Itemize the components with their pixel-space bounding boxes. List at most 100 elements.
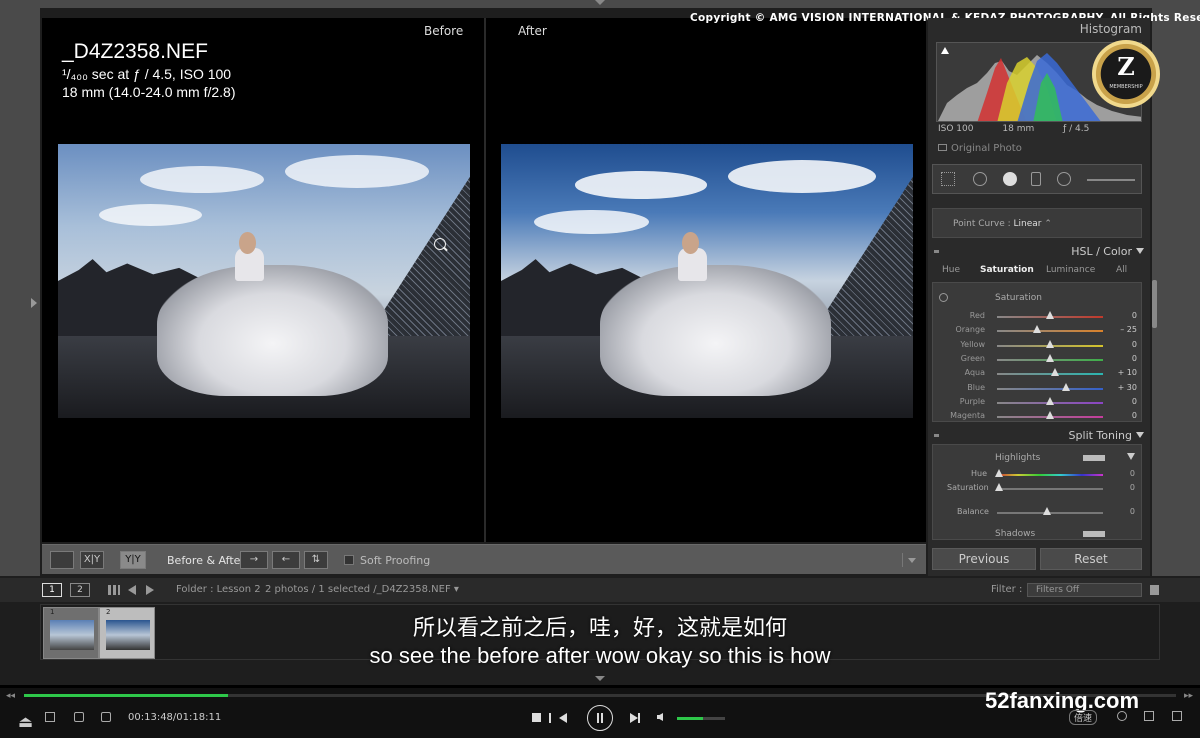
collapse-triangle-icon[interactable] — [1136, 432, 1144, 438]
hsl-slider-knob[interactable] — [1046, 396, 1054, 405]
window-1-button[interactable]: 1 — [42, 583, 62, 597]
highlights-triangle-icon[interactable] — [1127, 453, 1135, 460]
loupe-view-button[interactable] — [50, 551, 74, 569]
point-curve-row: Point Curve : Linear ⌃ — [932, 208, 1142, 238]
highlights-label: Highlights — [995, 453, 1041, 463]
pause-button[interactable] — [587, 705, 613, 731]
hsl-slider-knob[interactable] — [1046, 339, 1054, 348]
hue-slider-knob[interactable] — [995, 469, 1003, 477]
hsl-slider-yellow[interactable]: Yellow 0 — [933, 338, 1143, 352]
swap-button[interactable]: ⇅ — [304, 551, 328, 569]
next-track-icon[interactable] — [630, 713, 640, 723]
hsl-slider-aqua[interactable]: Aqua + 10 — [933, 366, 1143, 380]
balance-slider-knob[interactable] — [1043, 507, 1051, 515]
hue-slider-track[interactable] — [997, 474, 1103, 476]
hsl-slider-knob[interactable] — [1033, 325, 1042, 334]
filter-select[interactable]: Filters Off — [1027, 583, 1142, 597]
arrow-left-icon[interactable] — [128, 585, 136, 595]
hsl-slider-knob[interactable] — [1061, 382, 1070, 391]
red-eye-icon[interactable] — [1003, 172, 1017, 186]
bottom-panel-toggle-icon[interactable] — [595, 676, 605, 681]
graduated-filter-icon[interactable] — [1031, 172, 1041, 186]
highlights-swatch[interactable] — [1083, 455, 1105, 461]
saturation-label: Saturation — [947, 483, 989, 492]
speed-button[interactable]: 倍速 — [1069, 710, 1098, 725]
split-toning-header[interactable]: Split Toning — [928, 424, 1150, 446]
spot-removal-icon[interactable] — [973, 172, 987, 186]
hsl-slider-blue[interactable]: Blue + 30 — [933, 381, 1143, 395]
crop-icon[interactable] — [941, 172, 955, 186]
hsl-slider-track[interactable] — [997, 330, 1103, 333]
settings-icon[interactable] — [1117, 711, 1127, 721]
histogram-title[interactable]: Histogram — [928, 22, 1142, 36]
left-panel-toggle[interactable] — [0, 8, 40, 576]
hsl-slider-label: Red — [969, 311, 985, 320]
tab-luminance[interactable]: Luminance — [1046, 265, 1095, 275]
toolbar-menu-dropdown[interactable] — [902, 553, 918, 567]
filter-lock-icon[interactable] — [1150, 585, 1159, 595]
copy-before-to-after-button[interactable]: → — [240, 551, 268, 569]
tab-saturation[interactable]: Saturation — [980, 265, 1034, 275]
balance-label: Balance — [957, 507, 989, 516]
soft-proofing-checkbox[interactable] — [344, 555, 354, 565]
saturation-slider-knob[interactable] — [995, 483, 1003, 491]
hsl-slider-value: 0 — [1131, 339, 1137, 349]
collapse-triangle-icon[interactable] — [1136, 248, 1144, 254]
hsl-slider-orange[interactable]: Orange – 25 — [933, 323, 1143, 337]
shadows-swatch[interactable] — [1083, 531, 1105, 537]
hsl-slider-knob[interactable] — [1046, 411, 1054, 420]
info-icon[interactable] — [45, 712, 55, 722]
stop-icon[interactable] — [532, 713, 541, 722]
radial-filter-icon[interactable] — [1057, 172, 1071, 186]
before-label: Before — [424, 24, 464, 38]
previous-track-icon[interactable] — [549, 713, 567, 723]
before-photo[interactable] — [58, 144, 470, 418]
window-2-button[interactable]: 2 — [70, 583, 90, 597]
tab-all[interactable]: All — [1116, 265, 1127, 275]
seek-forward-icon[interactable]: ▸▸ — [1184, 691, 1193, 701]
seek-back-icon[interactable]: ◂◂ — [6, 691, 15, 701]
volume-slider[interactable] — [677, 717, 725, 720]
before-after-yy-button[interactable]: Y|Y — [120, 551, 146, 569]
hsl-slider-green[interactable]: Green 0 — [933, 352, 1143, 366]
compare-xy-button[interactable]: X|Y — [80, 551, 104, 569]
filmstrip-header: 1 2 Folder : Lesson 2 2 photos / 1 selec… — [0, 578, 1200, 602]
hsl-slider-knob[interactable] — [1051, 368, 1060, 377]
panel-scrollbar[interactable] — [1152, 280, 1157, 328]
playlist-icon[interactable] — [1144, 711, 1154, 721]
subtitle-icon[interactable] — [74, 712, 84, 722]
hsl-slider-track[interactable] — [997, 373, 1103, 376]
hsl-slider-magenta[interactable]: Magenta 0 — [933, 409, 1143, 423]
target-adjust-icon[interactable] — [939, 293, 948, 302]
split-toning-panel: Highlights Hue 0 Saturation 0 Balance 0 … — [932, 444, 1142, 540]
saturation-value: 0 — [1129, 483, 1135, 492]
hsl-slider-red[interactable]: Red 0 — [933, 309, 1143, 323]
brush-slider[interactable] — [1087, 179, 1135, 181]
after-photo[interactable] — [501, 144, 913, 418]
point-curve-value[interactable]: Linear — [1014, 219, 1042, 229]
grid-icon[interactable] — [108, 585, 120, 595]
caption-icon[interactable] — [101, 712, 111, 722]
hsl-slider-knob[interactable] — [1046, 353, 1054, 362]
soft-proofing-label: Soft Proofing — [360, 554, 431, 567]
shadow-clipping-icon[interactable] — [941, 47, 949, 54]
tab-hue[interactable]: Hue — [942, 265, 960, 275]
volume-icon[interactable] — [657, 713, 663, 721]
triangle-down-icon[interactable] — [595, 0, 605, 5]
hsl-slider-track[interactable] — [997, 387, 1103, 390]
selection-info[interactable]: 2 photos / 1 selected /_D4Z2358.NEF ▾ — [265, 584, 459, 595]
arrow-right-icon[interactable] — [146, 585, 154, 595]
copy-after-to-before-button[interactable]: ← — [272, 551, 300, 569]
previous-button[interactable]: Previous — [932, 548, 1036, 570]
eject-icon[interactable]: ⏏ — [18, 712, 33, 731]
saturation-slider-track[interactable] — [997, 488, 1103, 490]
reset-button[interactable]: Reset — [1040, 548, 1142, 570]
hsl-section-header[interactable]: HSL / Color — [928, 240, 1150, 262]
hsl-slider-label: Yellow — [960, 339, 985, 349]
hsl-slider-purple[interactable]: Purple 0 — [933, 395, 1143, 409]
fullscreen-icon[interactable] — [1172, 711, 1182, 721]
triangle-right-icon[interactable] — [31, 298, 37, 308]
top-panel-toggle[interactable] — [0, 0, 1200, 8]
hsl-slider-knob[interactable] — [1046, 311, 1054, 319]
zoom-icon[interactable] — [434, 238, 446, 250]
